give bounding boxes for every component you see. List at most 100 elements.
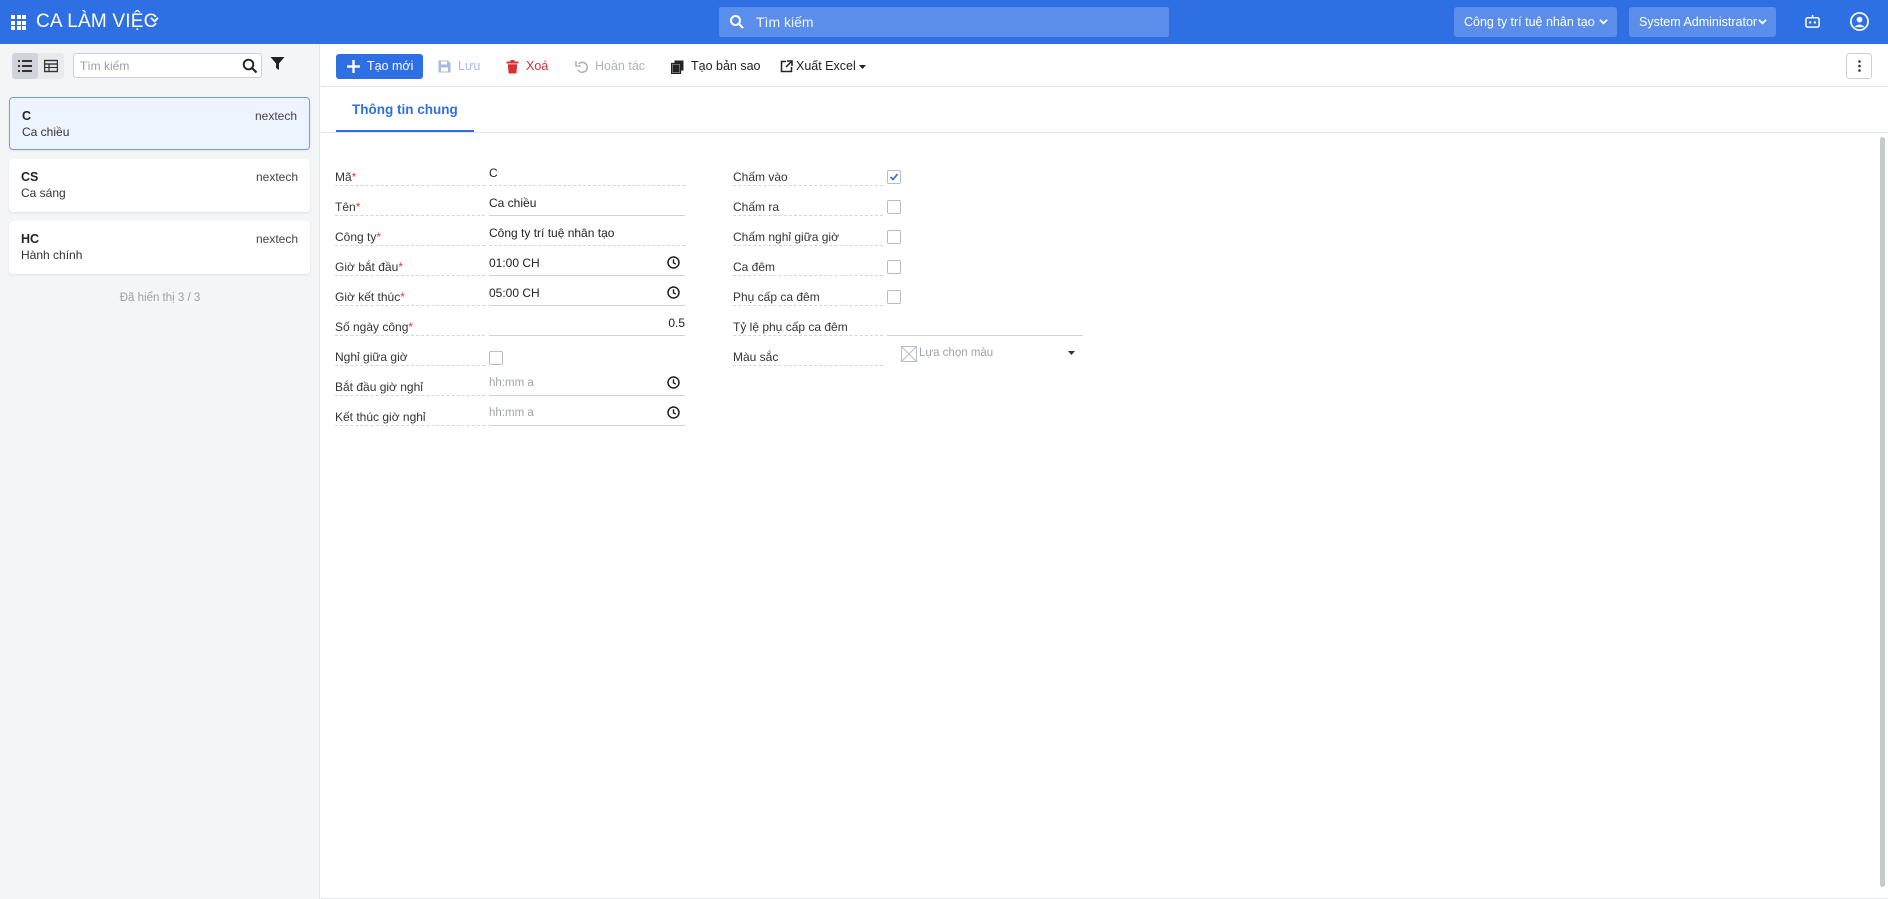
top-navbar: CA LÀM VIỆC Tìm kiếm Công ty trí tuệ nhâ…: [0, 0, 1888, 44]
check-out-label: Chấm ra: [733, 200, 780, 214]
company-dropdown[interactable]: Công ty trí tuệ nhân tạo: [1454, 7, 1617, 37]
divider: [733, 335, 883, 336]
search-icon: [730, 15, 744, 29]
check-in-label: Chấm vào: [733, 170, 788, 184]
company-field[interactable]: Công ty trí tuệ nhân tạo: [489, 226, 614, 240]
list-view-button[interactable]: [12, 53, 38, 79]
start-time-field[interactable]: 01:00 CH: [489, 256, 540, 270]
list-icon: [18, 60, 32, 72]
night-shift-checkbox[interactable]: [887, 260, 901, 274]
name-label: Tên*: [335, 200, 361, 214]
check-out-checkbox[interactable]: [887, 200, 901, 214]
user-avatar-icon[interactable]: [1850, 12, 1869, 31]
divider: [887, 335, 1083, 336]
new-button[interactable]: Tạo mới: [336, 54, 423, 79]
table-view-button[interactable]: [38, 53, 64, 79]
chevron-down-icon: [1758, 19, 1767, 25]
divider: [489, 305, 685, 306]
break-end-field[interactable]: hh:mm a: [489, 407, 534, 419]
clock-icon[interactable]: [667, 406, 680, 419]
divider: [733, 305, 883, 306]
list-item-code: HC: [21, 232, 40, 246]
list-item[interactable]: CS Ca sáng nextech: [9, 159, 310, 212]
list-item[interactable]: HC Hành chính nextech: [9, 221, 310, 274]
check-break-label: Chấm nghỉ giữa giờ: [733, 230, 839, 244]
action-toolbar: Tạo mới Lưu Xoá Hoàn tác Tạo bản sao Xuấ…: [321, 44, 1888, 87]
divider: [335, 185, 485, 186]
check-in-checkbox[interactable]: [887, 170, 901, 184]
checkmark-icon: [889, 173, 899, 181]
break-start-field[interactable]: hh:mm a: [489, 377, 534, 389]
end-time-label: Giờ kết thúc*: [335, 290, 405, 304]
copy-icon: [671, 60, 684, 74]
divider: [335, 305, 485, 306]
new-button-label: Tạo mới: [367, 59, 414, 73]
night-allowance-label: Phụ cấp ca đêm: [733, 290, 820, 304]
list-search-placeholder: Tìm kiếm: [80, 59, 130, 73]
caret-down-icon: [859, 65, 866, 69]
divider: [733, 245, 883, 246]
table-icon: [44, 59, 58, 73]
divider: [489, 245, 685, 246]
global-search-input[interactable]: Tìm kiếm: [719, 7, 1169, 37]
duplicate-button-label: Tạo bản sao: [691, 59, 761, 73]
tab-general-info-label: Thông tin chung: [352, 102, 458, 117]
delete-button-label: Xoá: [526, 59, 549, 73]
export-excel-label: Xuất Excel: [796, 59, 856, 73]
divider: [335, 275, 485, 276]
tab-general-info[interactable]: Thông tin chung: [336, 88, 474, 132]
clock-icon[interactable]: [667, 256, 680, 269]
break-end-label: Kết thúc giờ nghỉ: [335, 410, 426, 424]
color-select[interactable]: Lựa chọn màu: [887, 341, 1083, 365]
divider: [733, 365, 883, 366]
plus-icon: [347, 60, 360, 73]
divider: [733, 275, 883, 276]
divider: [335, 335, 485, 336]
apps-grid-icon[interactable]: [11, 15, 26, 30]
clock-icon[interactable]: [667, 376, 680, 389]
vertical-scrollbar[interactable]: [1880, 137, 1885, 887]
check-break-checkbox[interactable]: [887, 230, 901, 244]
user-label: System Administrator: [1639, 15, 1758, 29]
robot-icon[interactable]: [1804, 13, 1821, 30]
divider: [335, 245, 485, 246]
chevron-down-icon[interactable]: [150, 15, 159, 24]
list-search-input[interactable]: Tìm kiếm: [73, 53, 262, 78]
list-item-org: nextech: [254, 109, 297, 123]
workdays-label: Số ngày công*: [335, 320, 414, 334]
divider: [489, 335, 685, 336]
break-label: Nghỉ giữa giờ: [335, 350, 408, 364]
more-options-button[interactable]: [1846, 53, 1872, 79]
user-dropdown[interactable]: System Administrator: [1629, 7, 1776, 37]
search-placeholder: Tìm kiếm: [756, 14, 814, 30]
no-color-icon: [901, 346, 917, 362]
view-toggle: [12, 53, 64, 79]
code-field[interactable]: C: [489, 166, 498, 180]
list-item-name: Ca sáng: [21, 186, 66, 200]
kebab-menu-icon: [1858, 60, 1861, 72]
caret-down-icon: [1068, 351, 1075, 355]
export-icon: [780, 60, 793, 73]
end-time-field[interactable]: 05:00 CH: [489, 286, 540, 300]
night-allowance-checkbox[interactable]: [887, 290, 901, 304]
night-rate-label: Tỷ lệ phụ cấp ca đêm: [733, 320, 848, 334]
divider: [489, 275, 685, 276]
break-checkbox[interactable]: [489, 351, 503, 365]
divider: [489, 215, 685, 216]
divider: [489, 395, 685, 396]
workdays-field[interactable]: 0.5: [489, 316, 685, 330]
search-icon[interactable]: [242, 58, 258, 74]
list-item[interactable]: C Ca chiều nextech: [9, 97, 310, 150]
save-button-label: Lưu: [458, 59, 481, 73]
clock-icon[interactable]: [667, 286, 680, 299]
record-count: Đã hiển thị 3 / 3: [119, 292, 201, 304]
chevron-down-icon: [1599, 19, 1608, 25]
tab-divider: [321, 132, 1888, 133]
list-item-org: nextech: [255, 232, 298, 246]
night-shift-label: Ca đêm: [733, 260, 776, 274]
name-field[interactable]: Ca chiều: [489, 196, 536, 210]
color-select-placeholder: Lựa chọn màu: [919, 347, 994, 359]
app-title[interactable]: CA LÀM VIỆC: [36, 11, 158, 33]
filter-icon[interactable]: [270, 56, 285, 71]
list-item-code: C: [22, 109, 32, 123]
